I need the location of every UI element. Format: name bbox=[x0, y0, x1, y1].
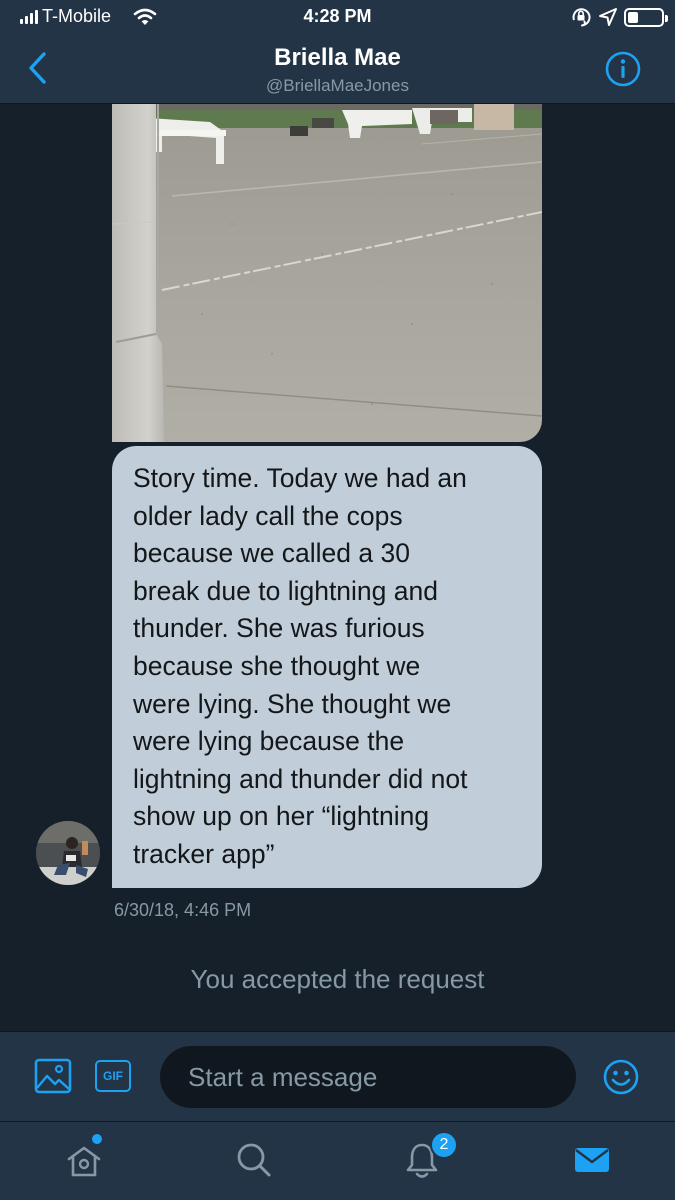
contact-name: Briella Mae bbox=[274, 44, 401, 71]
tab-bar: 2 bbox=[0, 1121, 675, 1200]
message-timestamp: 6/30/18, 4:46 PM bbox=[114, 900, 252, 920]
orientation-lock-icon bbox=[572, 8, 591, 27]
avatar-photo bbox=[36, 821, 100, 885]
image-icon[interactable] bbox=[34, 1058, 72, 1094]
conversation-header: Briella Mae @BriellaMaeJones bbox=[0, 36, 675, 104]
avatar[interactable] bbox=[36, 821, 100, 885]
mail-icon[interactable] bbox=[570, 1138, 614, 1182]
home-unread-dot bbox=[92, 1134, 102, 1144]
status-bar: T-Mobile 4:28 PM bbox=[0, 0, 675, 36]
info-icon[interactable] bbox=[604, 50, 642, 88]
message-input[interactable] bbox=[160, 1046, 576, 1108]
message-bubble[interactable]: Story time. Today we had an older lady c… bbox=[112, 446, 542, 888]
emoji-icon[interactable] bbox=[602, 1058, 640, 1096]
photo-message[interactable] bbox=[112, 104, 542, 442]
request-accepted-note: You accepted the request bbox=[190, 964, 485, 994]
message-thread: Story time. Today we had an older lady c… bbox=[0, 104, 675, 1031]
battery-icon bbox=[624, 8, 668, 27]
contact-handle: @BriellaMaeJones bbox=[266, 76, 409, 95]
home-icon[interactable] bbox=[62, 1138, 106, 1182]
pool-deck-photo bbox=[112, 104, 542, 442]
message-text: Story time. Today we had an older lady c… bbox=[133, 463, 468, 869]
search-icon[interactable] bbox=[232, 1138, 276, 1182]
gif-button[interactable]: GIF bbox=[95, 1060, 131, 1092]
notification-count-badge: 2 bbox=[430, 1131, 458, 1159]
message-composer: GIF bbox=[0, 1031, 675, 1121]
location-icon bbox=[599, 8, 617, 26]
